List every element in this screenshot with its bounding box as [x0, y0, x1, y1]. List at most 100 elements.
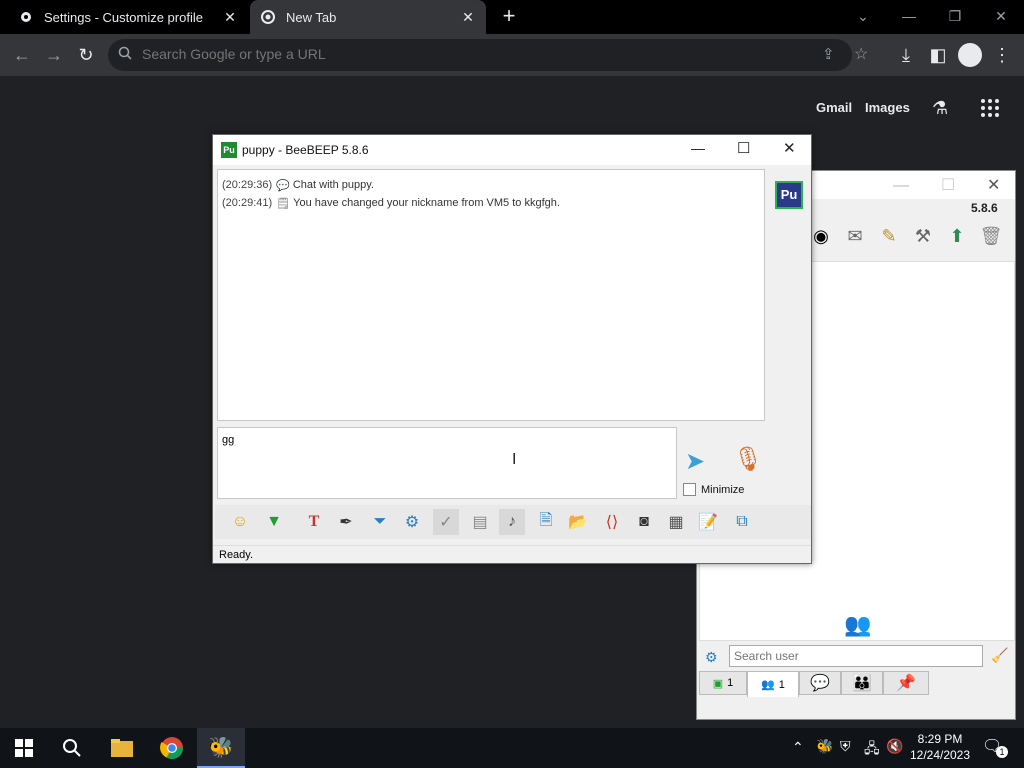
share-icon[interactable]: ⇪ — [822, 45, 835, 63]
minimize-button[interactable]: — — [893, 177, 909, 195]
download-icon[interactable]: ⤓ — [894, 43, 918, 67]
send-file-icon[interactable]: 📂 — [565, 509, 591, 535]
text-cursor-icon: I — [512, 451, 517, 468]
search-user-input[interactable] — [729, 645, 983, 667]
browser-toolbar: ← → ↻ ⇪ ☆ ⤓ ◧ ⋮ — [0, 34, 1024, 76]
gear-icon — [18, 9, 34, 25]
minimize-button[interactable]: — — [886, 4, 932, 28]
tab-count: 1 — [778, 678, 785, 691]
font-icon[interactable]: T — [301, 509, 327, 535]
security-icon[interactable]: ⛨ — [840, 738, 851, 755]
trash-icon[interactable]: 🗑 — [977, 226, 1005, 254]
windows-start-icon[interactable] — [0, 728, 48, 768]
minimize-button[interactable]: — — [691, 140, 705, 156]
minimize-checkbox-label: Minimize — [701, 484, 745, 496]
tab-new-tab[interactable]: New Tab ✕ — [250, 0, 486, 34]
tab-contacts[interactable]: 👥 1 — [747, 671, 799, 697]
maximize-button[interactable]: ☐ — [941, 175, 955, 195]
close-icon[interactable]: ✕ — [460, 9, 476, 25]
chat-log[interactable]: (20:29:36) 💬 Chat with puppy. (20:29:41)… — [217, 169, 765, 421]
address-bar-input[interactable] — [142, 46, 802, 62]
beebeep-taskbar-icon[interactable]: 🐝 — [197, 728, 245, 768]
microphone-icon[interactable]: 🎙 — [733, 445, 763, 474]
bookmark-star-icon[interactable]: ☆ — [854, 44, 868, 64]
forward-arrow-icon[interactable]: → — [42, 43, 66, 67]
file-explorer-icon[interactable] — [98, 728, 146, 768]
message-input[interactable]: gg — [217, 427, 677, 499]
tools-icon[interactable]: ⚒ — [909, 226, 937, 254]
clock-time: 8:29 PM — [917, 732, 963, 746]
save-chat-icon[interactable]: 🗎 — [533, 509, 559, 535]
tab-chats[interactable]: 💬 — [799, 671, 841, 695]
broadcast-icon[interactable]: ✉ — [841, 226, 869, 254]
chat-title-bar: Pu puppy - BeeBEEP 5.8.6 — ☐ ✕ — [213, 135, 811, 165]
expand-icon[interactable]: ▼ — [261, 509, 287, 535]
side-panel-icon[interactable]: ◧ — [926, 43, 950, 67]
images-link[interactable]: Images — [865, 100, 910, 115]
apps-grid-icon[interactable] — [980, 98, 1000, 118]
send-icon[interactable]: ➤ — [685, 447, 705, 476]
labs-flask-icon[interactable]: ⚗ — [932, 98, 948, 119]
tab-pin[interactable]: 📌 — [883, 671, 929, 695]
omnibox[interactable]: ⇪ ☆ — [108, 39, 868, 71]
tab-count: 1 — [727, 677, 734, 689]
edit-profile-icon[interactable]: ✎ — [875, 226, 903, 254]
tab-title: New Tab — [286, 9, 337, 25]
chat-window-title: puppy - BeeBEEP 5.8.6 — [242, 143, 369, 157]
sound-note-icon[interactable]: ♪ — [499, 509, 525, 535]
profile-avatar-icon[interactable] — [958, 43, 982, 67]
clear-chat-icon[interactable]: ▦ — [663, 509, 689, 535]
chevron-down-icon[interactable]: ⌄ — [840, 4, 886, 28]
detach-icon[interactable]: ⧉ — [729, 509, 755, 535]
chrome-icon[interactable] — [148, 728, 196, 768]
notification-icon[interactable]: 🗨 1 — [982, 736, 1008, 760]
settings-gears-icon[interactable]: ⚙ — [399, 509, 425, 535]
maximize-button[interactable]: ☐ — [737, 139, 750, 157]
settings-gear-icon[interactable]: ⚙ — [705, 649, 718, 666]
clock[interactable]: 8:29 PM 12/24/2023 — [908, 731, 972, 763]
close-button[interactable]: ✕ — [783, 139, 796, 157]
clock-date: 12/24/2023 — [909, 748, 971, 762]
search-icon[interactable] — [48, 728, 96, 768]
menu-dots-icon[interactable]: ⋮ — [990, 43, 1014, 67]
user-avatar[interactable]: Pu — [775, 181, 803, 209]
close-icon[interactable]: ✕ — [222, 9, 238, 25]
message-text: Chat with puppy. — [292, 179, 374, 191]
html-code-icon[interactable]: ⟨⟩ — [599, 509, 625, 535]
back-arrow-icon[interactable]: ← — [10, 43, 34, 67]
reload-icon[interactable]: ↻ — [74, 43, 98, 67]
emoticon-icon[interactable]: ☺ — [227, 509, 253, 535]
tab-title: Settings - Customize profile — [44, 9, 203, 25]
spellcheck-icon[interactable]: ✓ — [433, 509, 459, 535]
users-online-icon: ▣ — [712, 677, 724, 690]
screenshot-icon[interactable]: ◙ — [631, 509, 657, 535]
tab-groups[interactable]: 👪 — [841, 671, 883, 695]
restore-button[interactable]: ❐ — [932, 4, 978, 28]
close-window-button[interactable]: ✕ — [978, 4, 1024, 28]
tab-settings[interactable]: Settings - Customize profile ✕ — [8, 0, 248, 34]
volume-muted-icon[interactable]: 🔇 — [886, 738, 903, 755]
filter-icon[interactable]: ⏷ — [367, 509, 393, 535]
close-button[interactable]: ✕ — [987, 175, 1000, 195]
chrome-icon — [260, 9, 276, 25]
chat-message: (20:29:41) 🗒 You have changed your nickn… — [222, 194, 760, 212]
network-icon[interactable]: 🖧 — [864, 738, 880, 762]
gmail-link[interactable]: Gmail — [816, 100, 852, 115]
message-time: (20:29:36) — [222, 179, 273, 191]
clear-broom-icon[interactable]: 🧹 — [991, 647, 1008, 664]
chevron-up-icon[interactable]: ⌃ — [792, 739, 804, 756]
chat-icon: 💬 — [810, 675, 830, 692]
word-complete-icon[interactable]: ▤ — [467, 509, 493, 535]
beebeep-tray-icon[interactable]: 🐝 — [816, 738, 833, 755]
minimize-checkbox[interactable] — [683, 483, 696, 496]
chat-message: (20:29:36) 💬 Chat with puppy. — [222, 176, 760, 194]
tab-users[interactable]: ▣ 1 — [699, 671, 747, 695]
notes-icon[interactable]: 📝 — [695, 509, 721, 535]
update-icon[interactable]: ⬆ — [943, 226, 971, 254]
beebeep-chat-window: Pu puppy - BeeBEEP 5.8.6 — ☐ ✕ (20:29:36… — [212, 134, 812, 564]
tab-strip: Settings - Customize profile ✕ New Tab ✕… — [0, 0, 1024, 34]
search-icon — [118, 46, 132, 63]
status-bar: Ready. — [213, 545, 811, 563]
font-color-icon[interactable]: ✒ — [333, 509, 359, 535]
new-tab-button[interactable]: + — [498, 5, 520, 28]
